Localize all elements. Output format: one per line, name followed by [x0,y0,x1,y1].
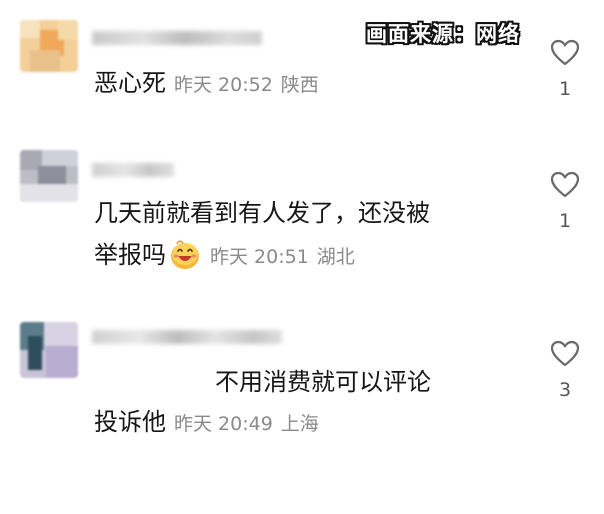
username-blurred[interactable] [92,163,174,177]
like-count: 3 [558,379,572,401]
like-count: 1 [558,210,572,232]
comment-body: 几天前就看到有人发了，还没被 举报吗 昨天 20:51 湖北 [94,192,430,278]
like-button[interactable]: 1 [549,171,581,232]
comment-time: 昨天 20:52 [174,74,273,96]
avatar[interactable] [20,20,78,72]
heart-outline-icon [550,39,580,66]
like-button[interactable]: 1 [549,39,581,100]
heart-outline-icon [550,171,580,198]
avatar[interactable] [20,322,78,378]
comment-location: 上海 [280,413,319,435]
heart-outline-icon [550,340,580,367]
overlay-caption: 不用消费就可以评论 [215,368,431,396]
comment-body: 恶心死 昨天 20:52 陕西 [94,62,327,106]
source-watermark: 画面来源：网络 [366,22,520,46]
comment-text: 投诉他 [94,408,166,436]
comment-meta: 昨天 20:51 湖北 [210,246,363,268]
comment-text: 几天前就看到有人发了，还没被 [94,199,430,227]
comment-text: 恶心死 [94,69,166,97]
comment-time: 昨天 20:49 [174,413,273,435]
comment-location: 湖北 [316,246,355,268]
comment-body: 投诉他 昨天 20:49 上海 [94,401,327,445]
comment-meta: 昨天 20:49 上海 [174,413,327,435]
comment-time: 昨天 20:51 [210,246,309,268]
username-blurred[interactable] [92,330,282,344]
like-button[interactable]: 3 [549,340,581,401]
laughing-emoji-icon [171,240,199,269]
comment-meta: 昨天 20:52 陕西 [174,74,327,96]
username-blurred[interactable] [92,31,262,45]
comment-text-continued: 举报吗 [94,241,166,269]
avatar[interactable] [20,150,78,202]
comment-location: 陕西 [280,74,319,96]
like-count: 1 [558,78,572,100]
